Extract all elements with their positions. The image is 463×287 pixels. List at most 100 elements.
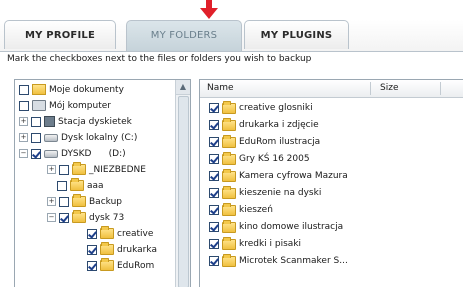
tree-item-dysk-c[interactable]: + Dysk lokalny (C:) — [19, 130, 137, 145]
file-row[interactable]: kieszeń — [209, 202, 273, 218]
scroll-up-icon[interactable]: ▲ — [176, 80, 190, 95]
file-list: Name Size creative glosniki drukarka i z… — [199, 79, 463, 287]
tree-item-label: dysk 73 — [89, 212, 125, 223]
tree-checkbox[interactable] — [87, 244, 97, 255]
tree-item-creative[interactable]: creative — [87, 226, 153, 241]
tree-scrollbar[interactable]: ▲ — [175, 80, 190, 287]
tree-item-dysk-d[interactable]: − DYSKD (D:) — [19, 146, 126, 161]
folder-icon — [222, 236, 236, 250]
tree-item-niezbedne[interactable]: + _NIEZBEDNE — [47, 162, 146, 177]
column-header-name[interactable]: Name — [207, 80, 234, 97]
folder-tree: Moje dokumenty Mój komputer + Stacja dys… — [14, 79, 191, 287]
tree-item-moj-komputer[interactable]: Mój komputer — [19, 98, 111, 113]
column-divider[interactable] — [370, 82, 371, 95]
collapse-icon[interactable]: − — [47, 213, 56, 222]
tree-checkbox[interactable] — [31, 132, 41, 143]
collapse-icon[interactable]: − — [19, 149, 28, 158]
annotation-arrow-down-icon — [200, 0, 218, 19]
file-name: drukarka i zdjęcie — [239, 120, 319, 130]
file-checkbox[interactable] — [209, 154, 219, 164]
tree-item-stacja-dyskietek[interactable]: + Stacja dyskietek — [19, 114, 132, 129]
tree-checkbox[interactable] — [87, 260, 97, 271]
file-row[interactable]: kieszenie na dyski — [209, 185, 321, 201]
file-name: kieszenie na dyski — [239, 188, 322, 198]
file-checkbox[interactable] — [209, 120, 219, 130]
tree-checkbox[interactable] — [59, 196, 69, 207]
folder-icon — [222, 151, 236, 165]
folder-icon — [72, 194, 86, 207]
file-name: kieszeń — [239, 205, 273, 215]
tree-item-label: DYSKD (D:) — [61, 148, 126, 159]
tree-checkbox[interactable] — [31, 116, 41, 127]
tree-item-edurom[interactable]: EduRom — [87, 258, 154, 273]
expand-icon[interactable]: + — [47, 165, 56, 174]
file-list-header: Name Size — [200, 80, 463, 98]
hard-drive-icon — [44, 133, 58, 142]
file-row[interactable]: Kamera cyfrowa Mazura — [209, 168, 348, 184]
tab-my-profile[interactable]: MY PROFILE — [4, 20, 116, 49]
folder-icon — [222, 202, 236, 216]
file-checkbox[interactable] — [209, 222, 219, 232]
hard-drive-icon — [44, 149, 58, 158]
folder-icon — [222, 253, 236, 267]
file-checkbox[interactable] — [209, 171, 219, 181]
file-name: EduRom ilustracja — [239, 137, 321, 147]
tree-item-label: _NIEZBEDNE — [89, 164, 146, 175]
column-divider[interactable] — [440, 82, 441, 95]
file-checkbox[interactable] — [209, 256, 219, 266]
expand-icon[interactable]: + — [47, 197, 56, 206]
file-name: Kamera cyfrowa Mazura — [239, 171, 348, 181]
folder-icon — [72, 162, 86, 175]
expand-icon[interactable]: + — [19, 117, 28, 126]
file-name: creative glosniki — [239, 103, 313, 113]
file-checkbox[interactable] — [209, 239, 219, 249]
file-row[interactable]: kino domowe ilustracja — [209, 219, 343, 235]
file-row[interactable]: Microtek Scanmaker S... — [209, 253, 348, 269]
tree-item-aaa[interactable]: aaa — [57, 178, 104, 193]
tree-checkbox[interactable] — [59, 212, 69, 223]
tree-item-label: Stacja dyskietek — [58, 116, 132, 127]
file-name: kredki i pisaki — [239, 239, 302, 249]
tree-checkbox[interactable] — [31, 148, 41, 159]
file-checkbox[interactable] — [209, 137, 219, 147]
tree-item-label: Dysk lokalny (C:) — [61, 132, 138, 143]
tree-checkbox[interactable] — [57, 180, 67, 191]
file-name: Gry KŚ 16 2005 — [239, 154, 310, 164]
folder-icon — [70, 178, 84, 191]
tab-my-plugins[interactable]: MY PLUGINS — [244, 20, 349, 49]
file-row[interactable]: Gry KŚ 16 2005 — [209, 151, 310, 167]
scrollbar-thumb[interactable] — [178, 96, 189, 287]
tab-my-folders[interactable]: MY FOLDERS — [126, 20, 242, 51]
folder-icon — [222, 185, 236, 199]
tree-item-moje-dokumenty[interactable]: Moje dokumenty — [19, 82, 124, 97]
tree-checkbox[interactable] — [87, 228, 97, 239]
tree-item-label: creative — [117, 228, 154, 239]
folder-icon — [100, 242, 114, 255]
column-header-size[interactable]: Size — [380, 80, 398, 97]
instruction-text: Mark the checkboxes next to the files or… — [7, 54, 312, 64]
tree-item-dysk-73[interactable]: − dysk 73 — [47, 210, 124, 225]
tree-item-label: Moje dokumenty — [49, 84, 124, 95]
tree-item-label: Backup — [89, 196, 122, 207]
folder-icon — [72, 210, 86, 223]
file-row[interactable]: creative glosniki — [209, 100, 313, 116]
tree-checkbox[interactable] — [19, 84, 29, 95]
file-checkbox[interactable] — [209, 103, 219, 113]
folder-icon — [222, 168, 236, 182]
folder-icon — [100, 226, 114, 239]
computer-icon — [32, 100, 46, 111]
folder-icon — [222, 117, 236, 131]
file-row[interactable]: kredki i pisaki — [209, 236, 301, 252]
tree-checkbox[interactable] — [59, 164, 69, 175]
file-checkbox[interactable] — [209, 188, 219, 198]
file-checkbox[interactable] — [209, 205, 219, 215]
tree-item-label: drukarka — [117, 244, 157, 255]
expand-icon[interactable]: + — [19, 133, 28, 142]
file-row[interactable]: EduRom ilustracja — [209, 134, 320, 150]
tree-item-backup[interactable]: + Backup — [47, 194, 122, 209]
file-row[interactable]: drukarka i zdjęcie — [209, 117, 319, 133]
tree-item-drukarka[interactable]: drukarka — [87, 242, 157, 257]
tree-checkbox[interactable] — [19, 100, 29, 111]
tree-item-label: Mój komputer — [49, 100, 111, 111]
documents-folder-icon — [32, 84, 46, 95]
